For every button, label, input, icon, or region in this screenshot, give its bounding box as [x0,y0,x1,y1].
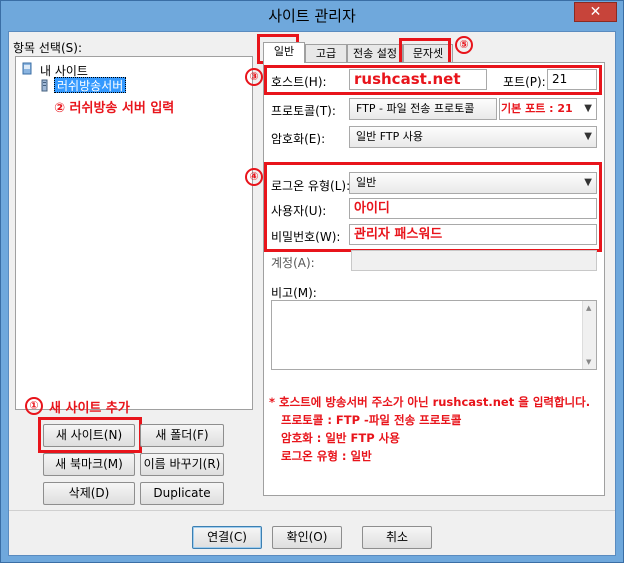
logon-type-label: 로그온 유형(L): [271,179,351,193]
comment-scrollbar[interactable]: ▲ ▼ [582,301,596,369]
connect-button[interactable]: 연결(C) [192,526,262,549]
logon-type-value: 일반 [356,176,377,189]
host-label: 호스트(H): [271,75,327,89]
password-input[interactable]: 관리자 패스워드 [349,224,597,245]
password-label: 비밀번호(W): [271,230,341,244]
tree-item-rush-server[interactable]: 러쉬방송서버 [54,77,127,93]
logon-type-select[interactable]: 일반 ▼ [349,172,597,194]
close-button[interactable]: ✕ [574,2,617,22]
comment-label: 비고(M): [271,286,317,300]
new-bookmark-button[interactable]: 새 북마크(M) [43,453,135,476]
tab-advanced[interactable]: 고급 [305,44,347,63]
dialog-body: 항목 선택(S): 내 사이트 러쉬방송서버 ② 러쉬방송 서버 입력 ① 새 … [8,31,616,556]
encryption-select[interactable]: 일반 FTP 사용 ▼ [349,126,597,148]
delete-button[interactable]: 삭제(D) [43,482,135,505]
note-line-1: * 호스트에 방송서버 주소가 아닌 rushcast.net 을 입력합니다. [269,395,591,409]
footer-divider [9,510,615,511]
annotation-badge-4: ④ [245,168,263,186]
new-folder-button[interactable]: 새 폴더(F) [140,424,224,447]
protocol-select-arrow[interactable]: ▼ [499,98,597,120]
account-input [351,250,597,271]
annotation-badge-5: ⑤ [455,36,473,54]
note-line-4: 로그온 유형 : 일반 [281,449,372,463]
tab-general[interactable]: 일반 [263,42,305,63]
site-manager-window: 사이트 관리자 ✕ 항목 선택(S): 내 사이트 러쉬방송서버 ② 러쉬방송 … [0,0,624,563]
annotation-badge-3: ③ [245,68,263,86]
computer-icon [22,62,36,76]
annotation-badge-1: ① [25,397,43,415]
server-icon [38,79,52,93]
note-line-3: 암호화 : 일반 FTP 사용 [281,431,400,445]
encryption-label: 암호화(E): [271,132,326,146]
cancel-button[interactable]: 취소 [362,526,432,549]
encryption-value: 일반 FTP 사용 [356,130,423,143]
port-input[interactable]: 21 [547,69,597,90]
site-tree[interactable]: 내 사이트 러쉬방송서버 ② 러쉬방송 서버 입력 [15,56,253,410]
annotation-new-site: 새 사이트 추가 [49,401,130,416]
rename-button[interactable]: 이름 바꾸기(R) [140,453,224,476]
annotation-server-input: ② 러쉬방송 서버 입력 [54,101,175,116]
window-title: 사이트 관리자 [268,7,356,25]
user-input[interactable]: 아이디 [349,198,597,219]
chevron-down-icon: ▼ [584,177,592,188]
note-line-2: 프로토콜 : FTP -파일 전송 프로토콜 [281,413,462,427]
scroll-down-icon[interactable]: ▼ [586,358,591,366]
annotation-highlight-new-site [38,417,142,453]
account-label: 계정(A): [271,256,315,270]
scroll-up-icon[interactable]: ▲ [586,304,591,312]
duplicate-button[interactable]: Duplicate [140,482,224,505]
chevron-down-icon: ▼ [584,103,592,114]
comment-textarea[interactable]: ▲ ▼ [271,300,597,370]
tree-label: 항목 선택(S): [13,41,82,55]
tab-transfer-settings[interactable]: 전송 설정 [347,44,403,63]
ok-button[interactable]: 확인(O) [272,526,342,549]
protocol-value: FTP - 파일 전송 프로토콜 [356,102,475,115]
user-label: 사용자(U): [271,204,327,218]
host-input[interactable]: rushcast.net [349,69,487,90]
port-label: 포트(P): [503,75,546,89]
protocol-label: 프로토콜(T): [271,104,336,118]
protocol-select[interactable]: FTP - 파일 전송 프로토콜 [349,98,497,120]
chevron-down-icon: ▼ [584,131,592,142]
